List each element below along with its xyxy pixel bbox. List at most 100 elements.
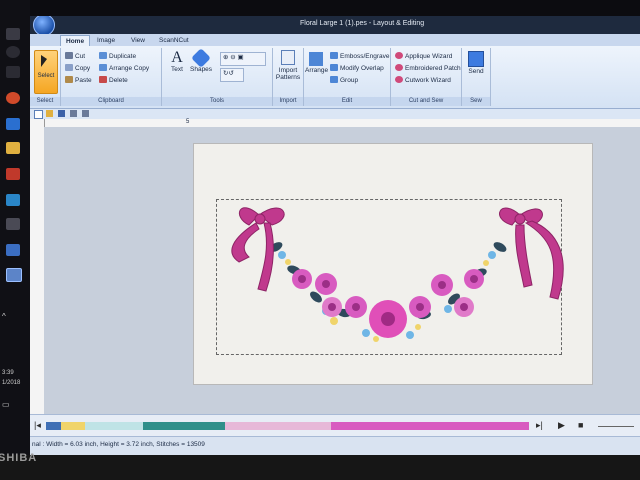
shapes-button[interactable]: Shapes: [190, 48, 212, 73]
arrange-copy-button[interactable]: Arrange Copy: [99, 64, 149, 72]
chrome-icon[interactable]: [6, 92, 20, 104]
tab-image[interactable]: Image: [92, 35, 120, 46]
start-icon[interactable]: [6, 28, 20, 40]
duplicate-icon: [99, 52, 107, 59]
group-clipboard: Cut Copy Paste Duplicate Arrange Copy De…: [61, 48, 162, 106]
status-bar: nal : Width = 6.03 inch, Height = 3.72 i…: [30, 436, 640, 455]
delete-button[interactable]: Delete: [99, 76, 128, 84]
group-select: Select Select: [30, 48, 61, 106]
status-text: nal : Width = 6.03 inch, Height = 3.72 i…: [32, 441, 205, 448]
group-label-edit: Edit: [304, 97, 390, 106]
group-label-import: Import: [273, 97, 303, 106]
play-icon[interactable]: ▶: [558, 420, 565, 431]
rotate-tool[interactable]: ↻↺: [220, 68, 244, 82]
applique-wizard-button[interactable]: Applique Wizard: [395, 52, 452, 60]
select-label: Select: [37, 73, 55, 79]
arrange-copy-icon: [99, 64, 107, 71]
duplicate-button[interactable]: Duplicate: [99, 52, 136, 60]
group-label-select: Select: [30, 97, 60, 106]
stitch-color-segment[interactable]: [143, 422, 225, 430]
ribbon: Select Select Cut Copy Paste Duplicate A…: [30, 46, 640, 109]
zoom-out-icon: ⊖: [230, 54, 236, 61]
redo-icon[interactable]: [82, 110, 89, 117]
notification-icon[interactable]: ▭: [2, 400, 10, 409]
group-button[interactable]: Group: [330, 76, 358, 84]
open-icon[interactable]: [46, 110, 53, 117]
send-button[interactable]: Send: [465, 51, 487, 75]
stitch-color-timeline[interactable]: [46, 415, 530, 437]
garland-flowers: [292, 269, 484, 338]
stitch-color-segment[interactable]: [225, 422, 331, 430]
search-icon[interactable]: [6, 46, 20, 58]
modify-overlap-button[interactable]: Modify Overlap: [330, 64, 384, 72]
ribbon-tabs: Home Image View ScanNCut: [30, 34, 640, 47]
emboss-engrave-button[interactable]: Emboss/Engrave: [330, 52, 390, 60]
cutwork-wizard-button[interactable]: Cutwork Wizard: [395, 76, 451, 84]
rewind-icon[interactable]: |◂: [34, 420, 41, 431]
title-bar: Floral Large 1 (1).pes - Layout & Editin…: [30, 16, 640, 36]
group-label-sew: Sew: [462, 97, 490, 106]
stitch-color-segment[interactable]: [46, 422, 61, 430]
stop-icon[interactable]: ■: [578, 420, 583, 430]
vertical-ruler: [30, 119, 45, 414]
paste-button[interactable]: Paste: [65, 76, 92, 84]
patch-icon: [395, 64, 403, 71]
zoom-fit-icon: ▣: [237, 54, 244, 61]
mail-icon[interactable]: [6, 244, 20, 256]
chevron-up-icon[interactable]: ^: [2, 312, 6, 321]
tab-view[interactable]: View: [126, 35, 150, 46]
taskbar-date: 1/2018: [2, 380, 21, 386]
windows-taskbar: ^ 3:39 1/2018 ▭: [0, 0, 30, 455]
stitch-color-segment[interactable]: [61, 422, 85, 430]
stitch-color-segment[interactable]: [331, 422, 529, 430]
stitch-color-segment[interactable]: [85, 422, 143, 430]
tab-scanncut[interactable]: ScanNCut: [154, 35, 194, 46]
group-sew: Send Sew: [462, 48, 491, 106]
new-icon[interactable]: [34, 110, 43, 119]
copy-button[interactable]: Copy: [65, 64, 90, 72]
cut-button[interactable]: Cut: [65, 52, 85, 60]
floral-garland-design[interactable]: [44, 127, 640, 414]
pe-design-window: Floral Large 1 (1).pes - Layout & Editin…: [30, 16, 640, 455]
text-button[interactable]: A Text: [168, 49, 186, 74]
folder-icon[interactable]: [6, 142, 20, 154]
pe-design-icon[interactable]: [6, 268, 22, 282]
zoom-in-icon: ⊕: [223, 54, 229, 61]
group-tools: A Text Shapes ⊕ ⊖ ▣ ↻↺ Tools: [162, 48, 273, 106]
undo-icon[interactable]: [70, 110, 77, 117]
task-view-icon[interactable]: [6, 66, 20, 78]
design-canvas[interactable]: [44, 127, 640, 414]
stitch-simulator-bar[interactable]: |◂ ▸| ▶ ■: [30, 414, 640, 437]
step-forward-icon[interactable]: ▸|: [536, 420, 543, 431]
edge-icon[interactable]: [6, 118, 20, 130]
group-label-clipboard: Clipboard: [61, 97, 161, 106]
ruler-mark: 5: [186, 119, 190, 125]
text-a-icon: A: [171, 49, 183, 66]
import-patterns-button[interactable]: Import Patterns: [275, 50, 301, 81]
cursor-arrow-icon: [41, 55, 47, 67]
copy-icon: [65, 64, 73, 71]
zoom-tools[interactable]: ⊕ ⊖ ▣: [220, 52, 266, 66]
scissors-icon: [65, 52, 73, 59]
emboss-icon: [330, 52, 338, 59]
app-icon[interactable]: [6, 194, 20, 206]
save-icon[interactable]: [58, 110, 65, 117]
group-import: Import Patterns Import: [273, 48, 304, 106]
select-button[interactable]: Select: [34, 50, 58, 94]
arrange-icon: [309, 52, 323, 66]
store-icon[interactable]: [6, 168, 20, 180]
laptop-bezel: [0, 455, 640, 480]
group-label-tools: Tools: [162, 97, 272, 106]
taskbar-time: 3:39: [2, 370, 14, 376]
embroidered-patch-button[interactable]: Embroidered Patch: [395, 64, 461, 72]
send-icon: [468, 51, 484, 67]
group-icon: [330, 76, 338, 83]
application-menu-orb[interactable]: [33, 16, 55, 36]
arrange-button[interactable]: Arrange: [305, 52, 328, 74]
delete-icon: [99, 76, 107, 83]
settings-icon[interactable]: [6, 218, 20, 230]
speed-slider[interactable]: [598, 426, 634, 427]
shapes-icon: [191, 48, 211, 68]
right-bow: [499, 207, 564, 300]
overlap-icon: [330, 64, 338, 71]
